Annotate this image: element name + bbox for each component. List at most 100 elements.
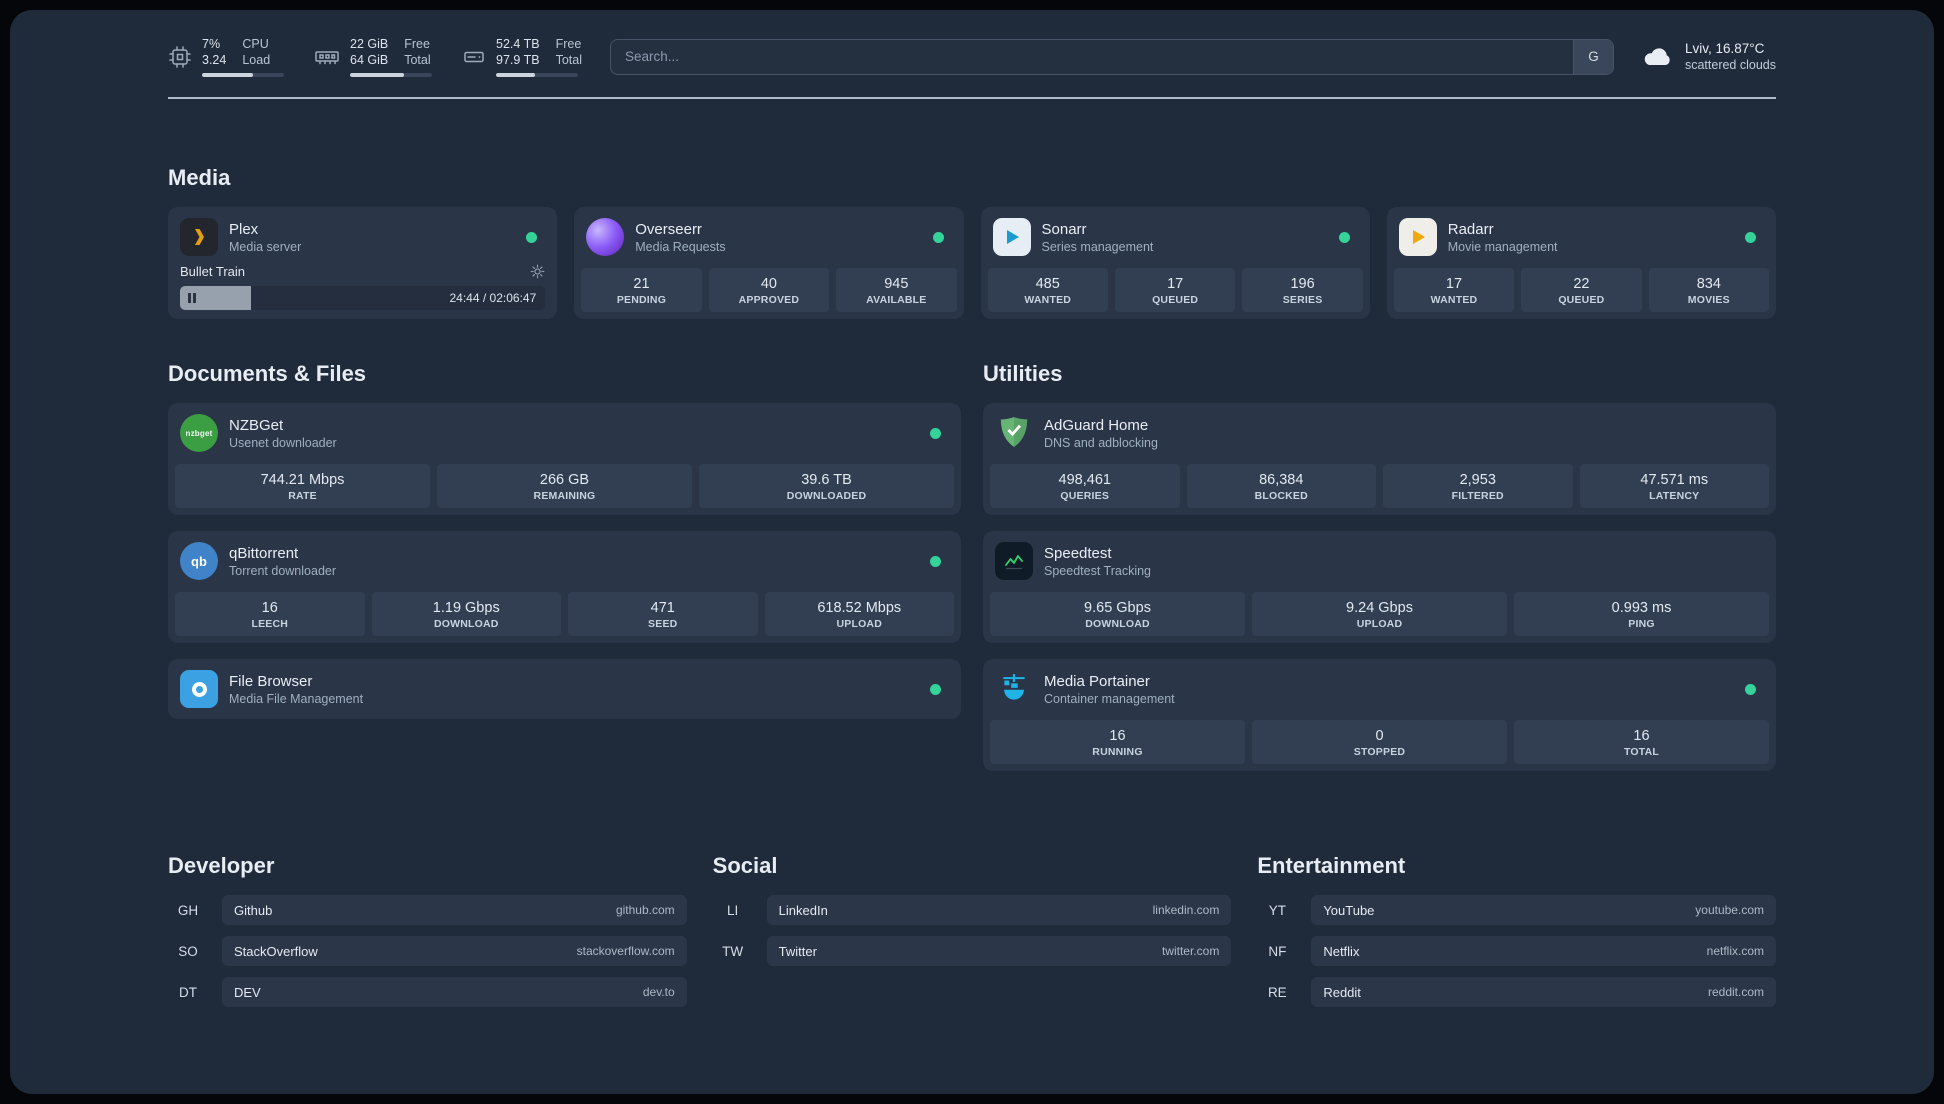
radarr-icon (1398, 218, 1437, 256)
search-provider-button[interactable]: G (1572, 39, 1613, 74)
resource-widgets: 7% 3.24 CPU Load 22 GiB 64 GiB Free Tota… (168, 36, 582, 77)
adguard-shield-icon (995, 414, 1033, 452)
speedtest-icon (995, 542, 1033, 580)
stat-label: RUNNING (1092, 746, 1143, 758)
status-dot (1338, 231, 1350, 243)
service-subtitle: Movie management (1447, 239, 1558, 254)
bookmark-link-stackoverflow[interactable]: StackOverflow stackoverflow.com (222, 936, 687, 966)
disk-label-top: Free (555, 37, 582, 51)
bookmark-link-dev[interactable]: DEV dev.to (222, 977, 687, 1007)
service-title: Radarr (1447, 220, 1494, 238)
cpu-load-value: 3.24 (202, 53, 227, 67)
service-card-radarr[interactable]: Radarr Movie management 17 WANTED 22 QUE… (1386, 207, 1776, 319)
search-input[interactable] (610, 39, 1573, 74)
section-documents: Documents & Files nzbget NZBGet Usenet d… (168, 361, 961, 787)
pause-icon[interactable] (188, 293, 196, 303)
stat-block: 9.65 Gbps DOWNLOAD (990, 592, 1245, 636)
stat-value: 21 (633, 276, 650, 292)
status-dot (930, 427, 941, 439)
stat-label: FILTERED (1451, 490, 1504, 502)
now-playing-title: Bullet Train (180, 264, 246, 279)
section-title-social: Social (712, 853, 778, 878)
dashboard-root: 7% 3.24 CPU Load 22 GiB 64 GiB Free Tota… (10, 10, 1934, 1094)
section-title-entertainment: Entertainment (1257, 853, 1406, 878)
stat-block: 485 WANTED (987, 268, 1108, 312)
service-card-qbittorrent[interactable]: qb qBittorrent Torrent downloader 16 LEE… (168, 531, 961, 643)
stat-label: UPLOAD (836, 618, 883, 630)
playback-progress-bar[interactable]: 24:44 / 02:06:47 (180, 286, 546, 310)
section-title-documents: Documents & Files (168, 361, 367, 386)
stat-label: WANTED (1430, 294, 1478, 306)
service-card-nzbget[interactable]: nzbget NZBGet Usenet downloader 744.21 M… (168, 403, 961, 515)
filebrowser-icon (180, 670, 218, 708)
disk-widget: 52.4 TB 97.9 TB Free Total (462, 36, 582, 77)
bookmark-link-youtube[interactable]: YouTube youtube.com (1311, 895, 1776, 925)
stat-label: PING (1628, 618, 1655, 630)
stat-block: 1.19 Gbps DOWNLOAD (371, 592, 561, 636)
stat-value: 22 (1573, 276, 1590, 292)
disk-icon (462, 45, 486, 69)
stat-block: 2,953 FILTERED (1383, 464, 1573, 508)
bookmark-abbr: LI (727, 902, 739, 918)
service-card-plex[interactable]: Plex Media server Bullet Train 24:44 / 0… (168, 207, 558, 319)
stat-value: 16 (1633, 728, 1650, 744)
stat-block: 266 GB REMAINING (437, 464, 692, 508)
service-card-adguard[interactable]: AdGuard Home DNS and adblocking 498,461 … (983, 403, 1776, 515)
service-subtitle: Media File Management (229, 691, 364, 706)
stat-block: 9.24 Gbps UPLOAD (1252, 592, 1507, 636)
service-card-sonarr[interactable]: Sonarr Series management 485 WANTED 17 Q… (980, 207, 1370, 319)
stat-value: 471 (650, 600, 675, 616)
service-card-filebrowser[interactable]: File Browser Media File Management (168, 659, 961, 719)
service-subtitle: Media Requests (635, 239, 726, 254)
bookmark-row: RE Reddit reddit.com (1257, 977, 1776, 1007)
service-card-overseerr[interactable]: Overseerr Media Requests 21 PENDING 40 A… (574, 207, 964, 319)
bookmark-link-netflix[interactable]: Netflix netflix.com (1311, 936, 1776, 966)
section-media: Media Plex Media server Bullet Train 24:… (168, 165, 1776, 319)
stat-label: AVAILABLE (866, 294, 927, 306)
service-card-portainer[interactable]: Media Portainer Container management 16 … (983, 659, 1776, 771)
stat-label: PENDING (616, 294, 667, 306)
stat-value: 618.52 Mbps (817, 600, 902, 616)
stat-value: 40 (760, 276, 777, 292)
bookmark-abbr: DT (179, 984, 197, 1000)
cpu-label-top: CPU (242, 37, 269, 51)
status-dot (1745, 231, 1756, 243)
stat-label: DOWNLOADED (786, 490, 867, 502)
bookmark-link-github[interactable]: Github github.com (222, 895, 687, 925)
stat-label: STOPPED (1353, 746, 1406, 758)
qbittorrent-icon-label: qb (191, 553, 207, 569)
stat-label: TOTAL (1623, 746, 1660, 758)
memory-label-top: Free (404, 37, 430, 51)
stat-block: 196 SERIES (1242, 268, 1363, 312)
cpu-usage-value: 7% (202, 37, 221, 51)
stat-value: 945 (884, 276, 909, 292)
memory-usage-bar (350, 73, 432, 77)
service-subtitle: Usenet downloader (229, 435, 337, 450)
settings-gear-icon[interactable] (530, 264, 545, 279)
weather-widget: Lviv, 16.87°C scattered clouds (1642, 40, 1776, 74)
bookmark-abbr: NF (1268, 943, 1287, 959)
bookmark-domain: netflix.com (1706, 944, 1764, 958)
stat-value: 39.6 TB (801, 472, 852, 488)
section-title-utilities: Utilities (983, 361, 1063, 386)
bookmark-name: StackOverflow (234, 943, 318, 959)
stat-block: 0 STOPPED (1252, 720, 1507, 764)
stat-value: 17 (1445, 276, 1463, 292)
weather-location: Lviv, 16.87°C (1684, 40, 1765, 56)
stat-label: LEECH (251, 618, 289, 630)
disk-usage-bar (496, 73, 578, 77)
service-subtitle: Media server (229, 239, 302, 254)
stat-block: 471 SEED (568, 592, 758, 636)
service-title: Plex (229, 220, 259, 238)
bookmark-link-twitter[interactable]: Twitter twitter.com (766, 936, 1232, 966)
bookmark-link-linkedin[interactable]: LinkedIn linkedin.com (766, 895, 1232, 925)
section-utilities: Utilities AdGuard Home DNS and adblockin… (983, 361, 1776, 787)
service-card-speedtest[interactable]: Speedtest Speedtest Tracking 9.65 Gbps D… (983, 531, 1776, 643)
search-bar: G (609, 38, 1614, 75)
bookmark-row: TW Twitter twitter.com (713, 936, 1232, 966)
bookmark-link-reddit[interactable]: Reddit reddit.com (1311, 977, 1776, 1007)
bookmark-name: Twitter (778, 943, 817, 959)
bookmark-abbr: RE (1267, 984, 1287, 1000)
stat-label: WANTED (1024, 294, 1072, 306)
stat-label: MOVIES (1687, 294, 1730, 306)
